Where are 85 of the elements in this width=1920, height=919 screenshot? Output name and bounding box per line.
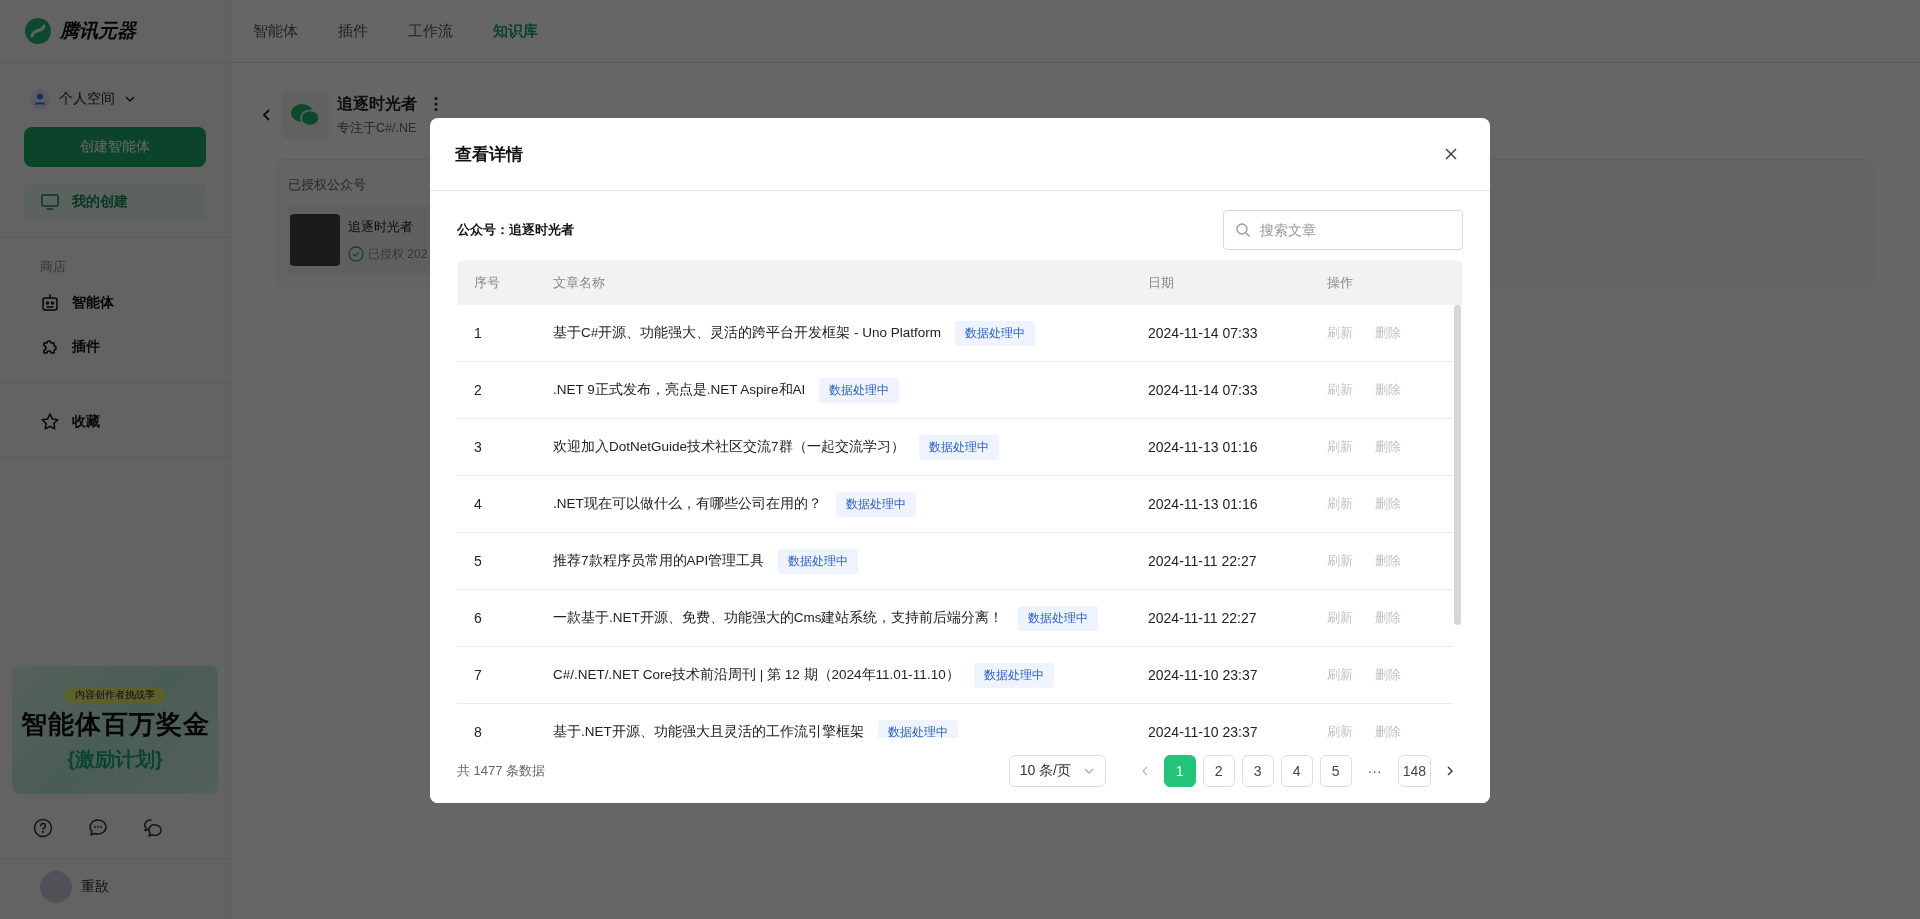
brand-name: 腾讯元器 — [60, 19, 136, 43]
table-cell-text: 2024-11-14 07:33 — [1147, 325, 1259, 341]
status-tag: 数据处理中 — [819, 377, 900, 403]
column-header: 日期 — [1147, 273, 1175, 292]
sidebar-item[interactable]: 插件 — [24, 328, 206, 366]
status-tag: 数据处理中 — [955, 320, 1036, 346]
article-title: 一款基于.NET开源、免费、功能强大的Cms建站系统，支持前后端分离！ — [553, 609, 1004, 627]
sidebar-item[interactable]: 我的创建 — [24, 183, 206, 221]
table-cell-text: 6 — [473, 610, 483, 626]
promo-banner[interactable]: 内容创作者挑战季 智能体百万奖金 {激励计划} — [12, 666, 218, 794]
status-tag: 数据处理中 — [778, 548, 859, 574]
banner-badge: 内容创作者挑战季 — [65, 687, 165, 703]
table-cell-text: 2024-11-13 01:16 — [1147, 439, 1259, 455]
help-icon[interactable] — [33, 818, 53, 838]
scrollbar-thumb[interactable] — [1454, 305, 1461, 625]
table-cell-text: 2024-11-13 01:16 — [1147, 496, 1259, 512]
chevron-down-icon — [124, 93, 136, 105]
table-cell-text: 2024-11-10 23:37 — [1147, 724, 1259, 739]
page-size-value: 10 条/页 — [1019, 761, 1071, 780]
total-count: 共 1477 条数据 — [457, 761, 546, 780]
status-tag: 数据处理中 — [1017, 605, 1098, 631]
check-circle-icon — [348, 246, 364, 262]
article-title: 基于C#开源、功能强大、灵活的跨平台开发框架 - Uno Platform — [553, 324, 942, 342]
chat-bubbles-icon[interactable] — [143, 818, 163, 838]
search-field[interactable]: 搜索文章 — [1223, 210, 1463, 250]
status-tag: 数据处理中 — [835, 491, 916, 517]
table-cell-text: 3 — [473, 439, 483, 455]
article-title: 基于.NET开源、功能强大且灵活的工作流引擎框架 — [553, 723, 864, 739]
column-header: 序号 — [473, 273, 501, 292]
page-button[interactable]: 148 — [1397, 754, 1431, 787]
account-label: 公众号：追逐时光者 — [457, 221, 574, 239]
banner-title: 智能体百万奖金 — [20, 708, 210, 741]
table-cell-text: 1 — [473, 325, 483, 341]
status-tag: 数据处理中 — [918, 434, 999, 460]
sidebar-item[interactable]: 收藏 — [24, 403, 206, 441]
chat-icon[interactable] — [88, 818, 108, 838]
account-name: 追逐时光者 — [348, 217, 414, 236]
dialog-title: 查看详情 — [455, 143, 523, 166]
page-button[interactable]: 3 — [1241, 754, 1274, 787]
banner-subtitle: {激励计划} — [67, 747, 163, 772]
table-cell-text: 5 — [473, 553, 483, 569]
page-button[interactable]: 1 — [1163, 754, 1196, 787]
nav-tab[interactable]: 工作流 — [408, 21, 453, 41]
puzzle-icon — [40, 337, 60, 357]
page-size-select[interactable]: 10 条/页 — [1008, 754, 1106, 787]
sidebar-item[interactable]: 智能体 — [24, 284, 206, 322]
table-cell-text: 8 — [473, 724, 483, 739]
table-cell-text: 2024-11-10 23:37 — [1147, 667, 1259, 683]
page-subtitle: 专注于C#/.NE — [337, 119, 418, 137]
nav-tab[interactable]: 知识库 — [493, 21, 538, 41]
create-agent-button[interactable]: 创建智能体 — [24, 127, 206, 167]
table-cell-text: 2024-11-11 22:27 — [1147, 553, 1258, 569]
page-button[interactable]: 2 — [1202, 754, 1235, 787]
more-icon[interactable] — [433, 96, 439, 112]
wechat-icon — [281, 91, 329, 139]
user-name: 重敔 — [81, 878, 109, 896]
column-header: 文章名称 — [552, 273, 606, 292]
page-title: 追逐时光者 — [337, 93, 417, 114]
status-tag: 数据处理中 — [877, 719, 958, 739]
page-button[interactable]: 4 — [1280, 754, 1313, 787]
logo-icon — [24, 17, 52, 45]
search-icon — [1235, 222, 1251, 238]
close-icon[interactable] — [1444, 147, 1458, 161]
column-header: 操作 — [1326, 273, 1354, 292]
user-icon — [30, 89, 50, 109]
nav-tab[interactable]: 插件 — [338, 21, 368, 41]
ellipsis: ··· — [1366, 762, 1383, 779]
monitor-icon — [40, 192, 60, 212]
article-title: 推荐7款程序员常用的API管理工具 — [553, 552, 765, 570]
robot-icon — [40, 293, 60, 313]
status-tag: 数据处理中 — [973, 662, 1054, 688]
table-cell-text: 4 — [473, 496, 483, 512]
table-cell-text: 2024-11-14 07:33 — [1147, 382, 1259, 398]
workspace-dropdown[interactable]: 个人空间 — [24, 83, 206, 115]
article-title: C#/.NET/.NET Core技术前沿周刊 | 第 12 期（2024年11.01-11.10） — [553, 666, 960, 684]
article-title: 欢迎加入DotNetGuide技术社区交流7群（一起交流学习） — [553, 438, 905, 456]
star-icon — [40, 412, 60, 432]
photo-placeholder — [290, 214, 340, 266]
article-title: .NET 9正式发布，亮点是.NET Aspire和AI — [553, 381, 806, 399]
table-cell-text: 7 — [473, 667, 483, 683]
article-title: .NET现在可以做什么，有哪些公司在用的？ — [553, 495, 822, 513]
nav-tab[interactable]: 智能体 — [253, 21, 298, 41]
table-cell-text: 2 — [473, 382, 483, 398]
table-cell-text: 2024-11-11 22:27 — [1147, 610, 1258, 626]
page-button[interactable]: 5 — [1319, 754, 1352, 787]
